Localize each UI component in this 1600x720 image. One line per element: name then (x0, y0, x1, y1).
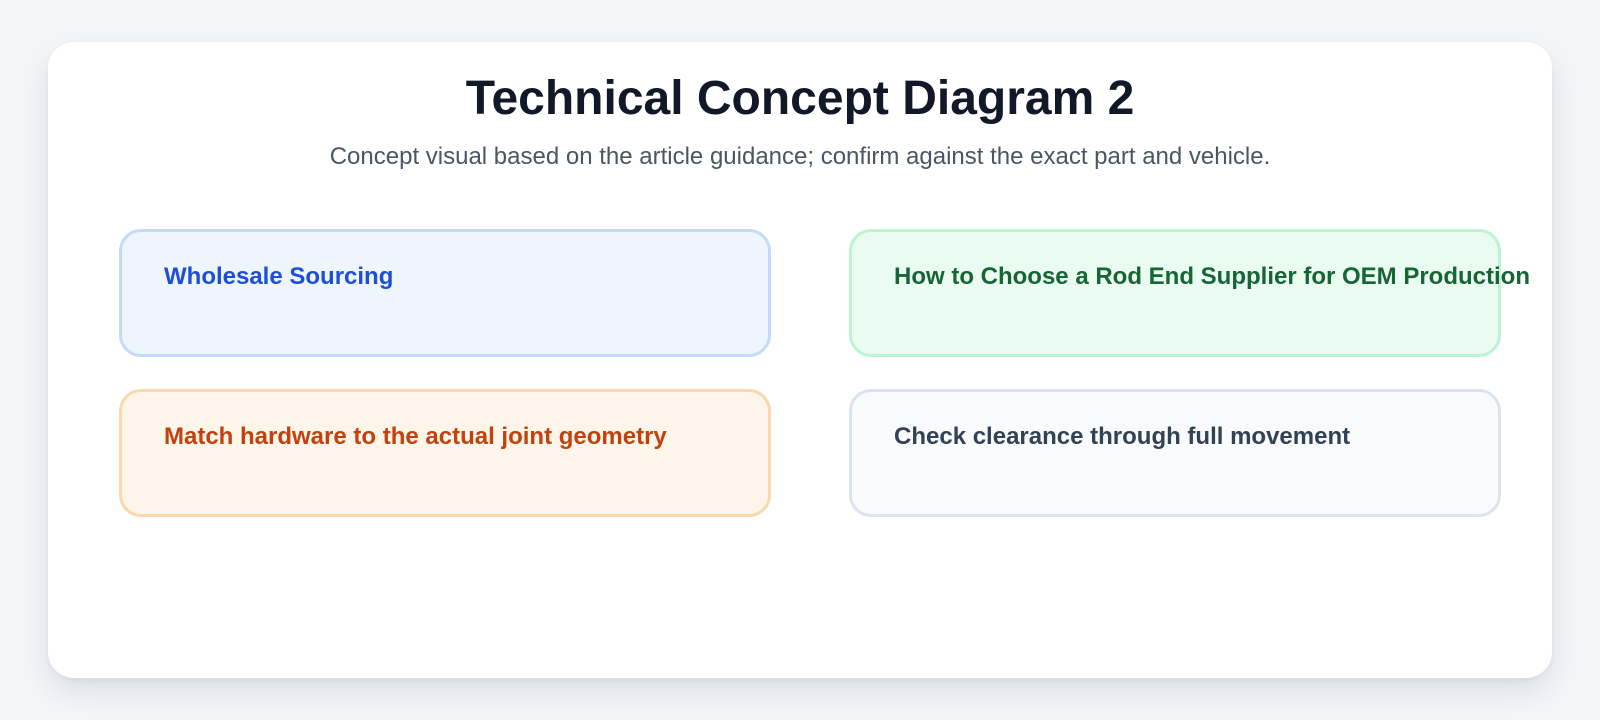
concept-box-joint-geometry: Match hardware to the actual joint geome… (119, 389, 771, 517)
concept-box-rod-end-supplier: How to Choose a Rod End Supplier for OEM… (849, 229, 1530, 357)
concept-box-label: Check clearance through full movement (894, 423, 1351, 450)
concept-box-clearance: Check clearance through full movement (849, 389, 1501, 517)
concept-box-label: Match hardware to the actual joint geome… (164, 423, 667, 450)
concept-box-label: Wholesale Sourcing (164, 263, 394, 290)
diagram-subtitle: Concept visual based on the article guid… (329, 143, 1271, 170)
concept-box-wholesale-sourcing: Wholesale Sourcing (119, 229, 771, 357)
concept-box-label: How to Choose a Rod End Supplier for OEM… (894, 263, 1530, 290)
diagram-title: Technical Concept Diagram 2 (465, 72, 1135, 125)
diagram-card: Technical Concept Diagram 2 Concept visu… (48, 42, 1552, 678)
